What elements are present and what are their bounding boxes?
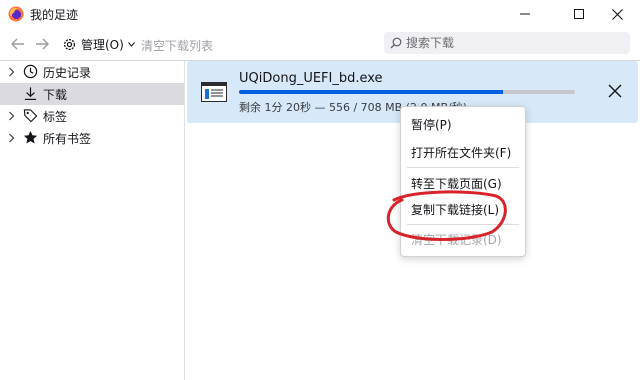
- sidebar-item-all-bookmarks[interactable]: 所有书签: [0, 127, 184, 149]
- manage-button[interactable]: 管理(O): [62, 34, 135, 54]
- menu-item-pause[interactable]: 暂停(P): [411, 116, 452, 133]
- search-box[interactable]: [384, 32, 630, 54]
- menu-separator: [407, 224, 519, 225]
- star-icon: [23, 130, 38, 144]
- download-context-menu: 暂停(P) 打开所在文件夹(F) 转至下载页面(G) 复制下载链接(L) 清空下…: [400, 106, 526, 257]
- gear-icon: [63, 38, 76, 50]
- chevron-right-icon[interactable]: [8, 132, 16, 144]
- window-title: 我的足迹: [30, 8, 79, 22]
- menu-item-clear-downloads: 清空下载记录(D): [411, 233, 502, 247]
- title-bar: 我的足迹: [0, 0, 640, 28]
- minimize-icon: [520, 13, 530, 15]
- menu-item-open-folder[interactable]: 打开所在文件夹(F): [411, 144, 511, 161]
- sidebar-item-label: 下载: [43, 88, 68, 102]
- sidebar-item-label: 历史记录: [43, 66, 92, 80]
- download-progress-bar: [239, 90, 575, 94]
- executable-file-icon: [201, 82, 227, 102]
- menu-separator: [407, 167, 519, 168]
- download-progress-fill: [239, 90, 503, 94]
- manage-label: 管理(O): [81, 37, 124, 52]
- chevron-down-icon: [127, 41, 135, 47]
- menu-item-copy-download-link[interactable]: 复制下载链接(L): [411, 201, 499, 218]
- sidebar-item-tags[interactable]: 标签: [0, 105, 184, 127]
- back-arrow-icon[interactable]: [9, 35, 27, 53]
- sidebar-item-downloads[interactable]: 下载: [0, 83, 184, 105]
- search-icon: [390, 37, 402, 49]
- chevron-right-icon[interactable]: [8, 66, 16, 78]
- library-toolbar: 管理(O) 清空下载列表: [0, 28, 640, 61]
- sidebar-item-label: 标签: [43, 110, 68, 124]
- close-icon[interactable]: [607, 83, 623, 99]
- clear-downloads-button[interactable]: 清空下载列表: [141, 37, 213, 54]
- close-window-button[interactable]: [594, 0, 640, 28]
- search-input[interactable]: [406, 35, 621, 51]
- download-arrow-icon: [24, 87, 37, 101]
- forward-arrow-icon[interactable]: [33, 35, 51, 53]
- firefox-logo-icon: [8, 6, 24, 22]
- maximize-icon: [574, 9, 584, 19]
- library-sidebar: 历史记录 下载 标签 所有书签: [0, 61, 185, 380]
- minimize-button[interactable]: [502, 0, 548, 28]
- sidebar-item-label: 所有书签: [43, 132, 92, 146]
- sidebar-item-history[interactable]: 历史记录: [0, 61, 184, 83]
- close-icon: [611, 8, 623, 20]
- tag-icon: [23, 109, 38, 123]
- download-filename: UQiDong_UEFI_bd.exe: [239, 71, 383, 86]
- menu-item-go-to-download-page[interactable]: 转至下载页面(G): [411, 175, 502, 192]
- chevron-right-icon[interactable]: [8, 110, 16, 122]
- clock-icon: [23, 64, 38, 79]
